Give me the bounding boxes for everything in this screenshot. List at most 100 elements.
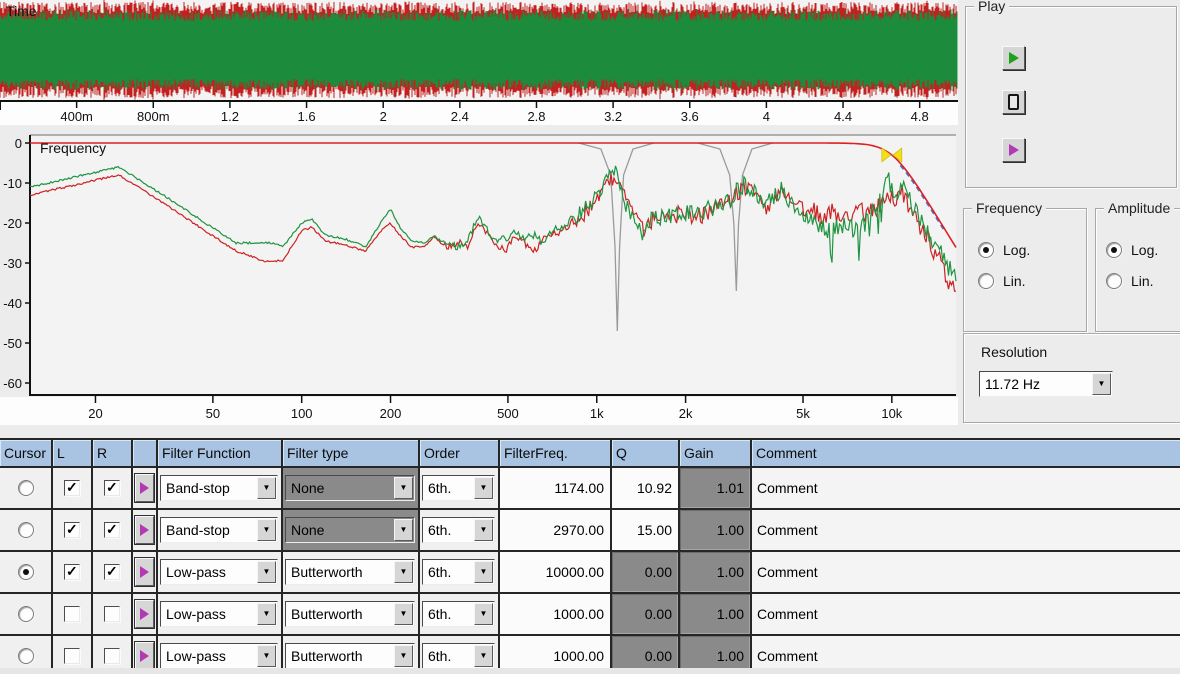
gain-cell[interactable]: 1.01	[680, 468, 752, 508]
cursor-radio[interactable]	[18, 648, 34, 664]
chevron-down-icon: ▼	[480, 610, 488, 618]
filter-function-select-value: Low-pass	[161, 648, 257, 664]
freq-axis-tick: 50	[206, 406, 220, 421]
filter-function-select-value: Band-stop	[161, 522, 257, 538]
filter-function-select[interactable]: Band-stop▼	[160, 475, 278, 501]
q-cell[interactable]: 0.00	[612, 594, 680, 634]
time-axis-tick: 2.4	[451, 109, 469, 124]
cursor-radio[interactable]	[18, 606, 34, 622]
resolution-select[interactable]: 11.72 Hz ▼	[979, 371, 1113, 397]
cursor-radio[interactable]	[18, 522, 34, 538]
filter-type-select[interactable]: None▼	[285, 475, 415, 501]
filter-type-select[interactable]: Butterworth▼	[285, 643, 415, 669]
filter-freq-cell[interactable]: 2970.00	[500, 510, 612, 550]
right-checkbox[interactable]	[104, 606, 120, 622]
order-cell: 6th.▼	[420, 468, 500, 508]
order-select[interactable]: 6th.▼	[422, 601, 495, 627]
stop-icon	[1008, 94, 1019, 110]
order-select-value: 6th.	[423, 648, 474, 664]
filter-function-select[interactable]: Band-stop▼	[160, 517, 278, 543]
filter-function-cell: Low-pass ▼	[158, 552, 283, 592]
chevron-down-icon: ▼	[263, 652, 271, 660]
filter-type-select[interactable]: Butterworth▼	[285, 559, 415, 585]
stop-button[interactable]	[1002, 90, 1025, 114]
left-checkbox[interactable]	[64, 564, 80, 580]
freq-db-tick: -60	[3, 376, 22, 391]
filter-type-select[interactable]: Butterworth▼	[285, 601, 415, 627]
filter-freq-cell[interactable]: 1000.00	[500, 594, 612, 634]
order-select[interactable]: 6th.▼	[422, 517, 495, 543]
right-checkbox[interactable]	[104, 480, 120, 496]
time-axis-tick: 1.2	[221, 109, 239, 124]
frequency-scale-radio-lin[interactable]: Lin.	[978, 273, 1030, 289]
comment-cell[interactable]: Comment	[752, 552, 1180, 592]
q-cell[interactable]: 15.00	[612, 510, 680, 550]
freq-axis-tick: 20	[88, 406, 102, 421]
right-checkbox[interactable]	[104, 648, 120, 664]
frequency-scale-groupbox: Frequency Log.Lin.	[963, 208, 1087, 332]
time-waveform-plot[interactable]: 400m800m1.21.622.42.83.23.644.44.8	[0, 0, 958, 125]
freq-axis-tick: 5k	[796, 406, 810, 421]
amplitude-scale-radio-label: Log.	[1131, 242, 1158, 258]
table-header-row: CursorLRFilter FunctionFilter typeOrderF…	[0, 440, 1180, 466]
left-checkbox[interactable]	[64, 480, 80, 496]
right-channel-cell	[93, 468, 133, 508]
comment-cell[interactable]: Comment	[752, 594, 1180, 634]
play-original-button[interactable]	[1002, 46, 1025, 70]
filter-type-select[interactable]: None▼	[285, 517, 415, 543]
filter-function-select[interactable]: Low-pass▼	[160, 601, 278, 627]
right-checkbox[interactable]	[104, 564, 120, 580]
frequency-scale-radio-log[interactable]: Log.	[978, 242, 1030, 258]
play-filtered-button[interactable]	[1002, 138, 1025, 162]
comment-cell[interactable]: Comment	[752, 468, 1180, 508]
gain-cell[interactable]: 1.00	[680, 552, 752, 592]
order-select[interactable]: 6th.▼	[422, 475, 495, 501]
amplitude-scale-radio-log[interactable]: Log.	[1106, 242, 1158, 258]
row-play-button[interactable]	[135, 642, 154, 670]
cursor-cell	[0, 510, 53, 550]
play-icon-green	[1009, 52, 1019, 64]
row-play-button[interactable]	[135, 600, 154, 628]
row-play-cell	[133, 468, 158, 508]
order-cell: 6th.▼	[420, 594, 500, 634]
freq-db-tick: -40	[3, 296, 22, 311]
q-cell[interactable]: 10.92	[612, 468, 680, 508]
chevron-down-icon: ▼	[263, 568, 271, 576]
row-play-button[interactable]	[135, 516, 154, 544]
order-select[interactable]: 6th. ▼	[422, 643, 495, 669]
left-checkbox[interactable]	[64, 648, 80, 664]
table-header-cell: Filter type	[283, 440, 420, 466]
amplitude-scale-radio-lin[interactable]: Lin.	[1106, 273, 1158, 289]
filter-function-cell: Band-stop▼	[158, 468, 283, 508]
row-play-button[interactable]	[135, 558, 154, 586]
left-checkbox[interactable]	[64, 522, 80, 538]
filter-function-select-value: Low-pass	[161, 564, 257, 580]
filter-freq-cell[interactable]: 10000.00	[500, 552, 612, 592]
frequency-scale-radio-label: Log.	[1003, 242, 1030, 258]
cursor-radio[interactable]	[18, 564, 34, 580]
order-select[interactable]: 6th.▼	[422, 559, 495, 585]
row-play-button[interactable]	[135, 474, 154, 502]
filter-function-select[interactable]: Low-pass ▼	[160, 559, 278, 585]
order-cell: 6th.▼	[420, 510, 500, 550]
comment-cell[interactable]: Comment	[752, 510, 1180, 550]
time-axis-tick: 4.4	[834, 109, 852, 124]
right-checkbox[interactable]	[104, 522, 120, 538]
cursor-radio[interactable]	[18, 480, 34, 496]
filter-function-select[interactable]: Low-pass ▼	[160, 643, 278, 669]
gain-cell[interactable]: 1.00	[680, 594, 752, 634]
time-axis-tick: 400m	[60, 109, 93, 124]
q-cell[interactable]: 0.00	[612, 552, 680, 592]
frequency-spectrum-plot[interactable]: 0-10-20-30-40-50-6020501002005001k2k5k10…	[0, 127, 958, 427]
filter-freq-cell[interactable]: 1174.00	[500, 468, 612, 508]
radio-icon	[1106, 273, 1122, 289]
play-icon-magenta	[140, 524, 149, 536]
frequency-scale-label: Frequency	[972, 200, 1046, 216]
gain-cell[interactable]: 1.00	[680, 510, 752, 550]
table-row: Band-stop▼ None▼ 6th.▼2970.0015.001.00Comm…	[0, 508, 1180, 550]
cursor-cell	[0, 594, 53, 634]
time-axis-tick: 4	[763, 109, 770, 124]
left-checkbox[interactable]	[64, 606, 80, 622]
chevron-down-icon: ▼	[480, 652, 488, 660]
chevron-down-icon: ▼	[400, 484, 408, 492]
